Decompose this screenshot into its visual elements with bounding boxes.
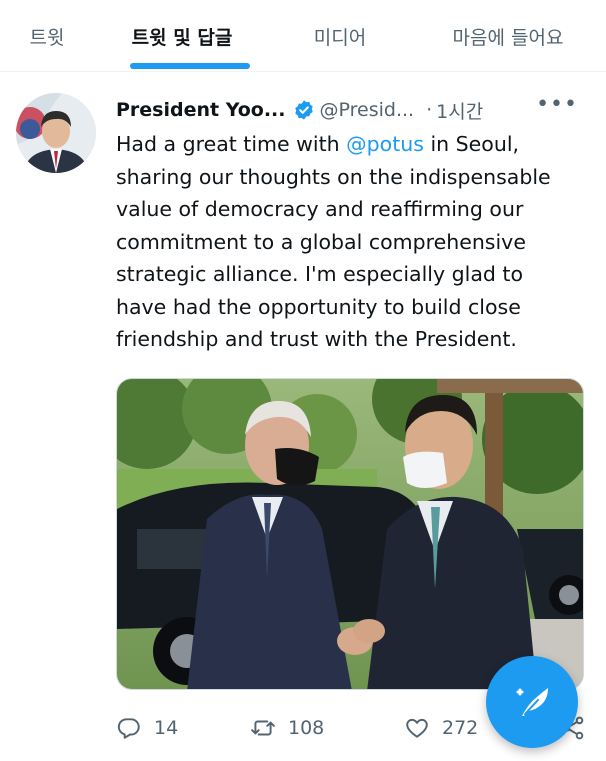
separator-dot: · xyxy=(426,99,433,121)
tweet-text-line: have had the opportunity to build close xyxy=(116,294,521,319)
tweet-text-line: value of democracy and reaffirming our xyxy=(116,197,524,221)
retweet-icon xyxy=(251,720,275,736)
like-button[interactable]: 272 xyxy=(404,708,478,748)
more-options-icon[interactable]: ••• xyxy=(536,92,578,117)
tweet-text-line: Had a great time with @potus in Seoul, xyxy=(116,128,588,161)
tab-tweets[interactable]: 트윗 xyxy=(0,0,94,72)
photo-handshake-image xyxy=(117,379,583,689)
avatar-image xyxy=(16,93,96,173)
tweet-text-line: commitment to a global comprehensive xyxy=(116,229,526,254)
tweet-text-segment: Had a great time with xyxy=(116,132,347,156)
profile-tabs: 트윗 트윗 및 답글 미디어 마음에 들어요 xyxy=(0,0,606,72)
retweet-count: 108 xyxy=(288,717,325,739)
handle[interactable]: @Presid... xyxy=(320,99,415,121)
reply-icon xyxy=(117,718,140,739)
verified-badge-icon xyxy=(294,100,313,120)
display-name[interactable]: President Yoo... xyxy=(116,99,286,121)
tweet-text-line: friendship and trust with the President. xyxy=(116,327,517,351)
reply-button[interactable]: 14 xyxy=(116,708,178,748)
reply-count: 14 xyxy=(154,717,179,739)
tweet-text-line: strategic alliance. I'm especially glad … xyxy=(116,262,524,286)
retweet-button[interactable]: 108 xyxy=(250,708,324,748)
avatar[interactable] xyxy=(16,93,96,173)
tweet-photo[interactable] xyxy=(116,378,584,690)
tweet-text-segment: in Seoul, xyxy=(423,132,520,156)
heart-icon xyxy=(406,718,428,738)
tweet-header: President Yoo... @Presid... · 1시간 ••• xyxy=(116,92,590,126)
tab-media[interactable]: 미디어 xyxy=(270,0,410,72)
active-tab-indicator xyxy=(130,63,250,69)
compose-tweet-button[interactable] xyxy=(486,656,578,748)
tab-likes[interactable]: 마음에 들어요 xyxy=(410,0,606,72)
tweet-text: Had a great time with @potus in Seoul, s… xyxy=(116,128,588,356)
tweet-text-line: sharing our thoughts on the indispensabl… xyxy=(116,164,551,189)
compose-tweet-icon xyxy=(516,688,548,716)
mention-link[interactable]: @potus xyxy=(346,132,424,156)
timestamp[interactable]: 1시간 xyxy=(436,97,483,124)
like-count: 272 xyxy=(442,717,479,739)
tab-tweets-and-replies[interactable]: 트윗 및 답글 xyxy=(94,0,270,72)
